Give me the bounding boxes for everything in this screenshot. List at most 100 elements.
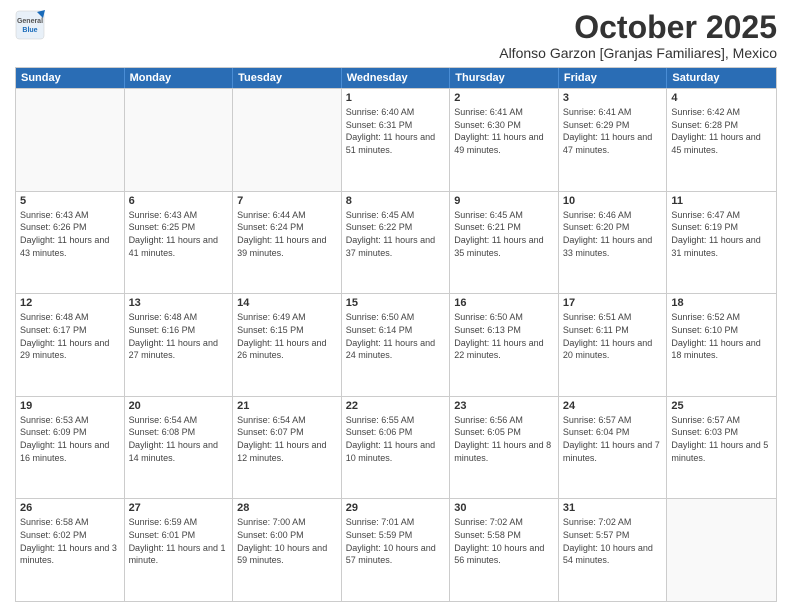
day-number: 12 [20, 297, 120, 309]
day-number: 18 [671, 297, 772, 309]
day-cell-w5-d2: 27 Sunrise: 6:59 AM Sunset: 6:01 PM Dayli… [125, 499, 234, 601]
day-cell-w3-d4: 15 Sunrise: 6:50 AM Sunset: 6:14 PM Dayli… [342, 294, 451, 396]
header-thursday: Thursday [450, 68, 559, 88]
subtitle: Alfonso Garzon [Granjas Familiares], Mex… [499, 45, 777, 61]
day-number: 3 [563, 92, 663, 104]
day-cell-w4-d2: 20 Sunrise: 6:54 AM Sunset: 6:08 PM Dayli… [125, 397, 234, 499]
day-info: Sunrise: 6:43 AM Sunset: 6:26 PM Dayligh… [20, 209, 120, 259]
day-number: 5 [20, 195, 120, 207]
day-cell-w4-d7: 25 Sunrise: 6:57 AM Sunset: 6:03 PM Dayli… [667, 397, 776, 499]
day-number: 1 [346, 92, 446, 104]
day-number: 29 [346, 502, 446, 514]
day-cell-w5-d3: 28 Sunrise: 7:00 AM Sunset: 6:00 PM Dayli… [233, 499, 342, 601]
day-info: Sunrise: 6:46 AM Sunset: 6:20 PM Dayligh… [563, 209, 663, 259]
day-info: Sunrise: 6:42 AM Sunset: 6:28 PM Dayligh… [671, 106, 772, 156]
svg-text:General: General [17, 18, 43, 25]
page: General Blue October 2025 Alfonso Garzon… [0, 0, 792, 612]
header-saturday: Saturday [667, 68, 776, 88]
week-row-3: 12 Sunrise: 6:48 AM Sunset: 6:17 PM Dayli… [16, 293, 776, 396]
day-number: 17 [563, 297, 663, 309]
day-info: Sunrise: 6:54 AM Sunset: 6:08 PM Dayligh… [129, 414, 229, 464]
day-cell-w2-d2: 6 Sunrise: 6:43 AM Sunset: 6:25 PM Daylig… [125, 192, 234, 294]
day-info: Sunrise: 6:40 AM Sunset: 6:31 PM Dayligh… [346, 106, 446, 156]
day-info: Sunrise: 6:54 AM Sunset: 6:07 PM Dayligh… [237, 414, 337, 464]
day-info: Sunrise: 6:45 AM Sunset: 6:22 PM Dayligh… [346, 209, 446, 259]
day-info: Sunrise: 7:00 AM Sunset: 6:00 PM Dayligh… [237, 516, 337, 566]
day-number: 25 [671, 400, 772, 412]
day-info: Sunrise: 6:44 AM Sunset: 6:24 PM Dayligh… [237, 209, 337, 259]
day-number: 13 [129, 297, 229, 309]
day-cell-w2-d4: 8 Sunrise: 6:45 AM Sunset: 6:22 PM Daylig… [342, 192, 451, 294]
day-cell-w1-d5: 2Sunrise: 6:41 AM Sunset: 6:30 PM Daylig… [450, 89, 559, 191]
day-number: 15 [346, 297, 446, 309]
day-info: Sunrise: 6:48 AM Sunset: 6:16 PM Dayligh… [129, 311, 229, 361]
day-info: Sunrise: 6:53 AM Sunset: 6:09 PM Dayligh… [20, 414, 120, 464]
day-cell-w4-d6: 24 Sunrise: 6:57 AM Sunset: 6:04 PM Dayli… [559, 397, 668, 499]
day-info: Sunrise: 6:50 AM Sunset: 6:14 PM Dayligh… [346, 311, 446, 361]
day-info: Sunrise: 7:02 AM Sunset: 5:58 PM Dayligh… [454, 516, 554, 566]
day-number: 14 [237, 297, 337, 309]
calendar-header: Sunday Monday Tuesday Wednesday Thursday… [16, 68, 776, 88]
day-info: Sunrise: 6:55 AM Sunset: 6:06 PM Dayligh… [346, 414, 446, 464]
day-info: Sunrise: 6:47 AM Sunset: 6:19 PM Dayligh… [671, 209, 772, 259]
day-cell-w2-d6: 10 Sunrise: 6:46 AM Sunset: 6:20 PM Dayli… [559, 192, 668, 294]
day-cell-w4-d1: 19 Sunrise: 6:53 AM Sunset: 6:09 PM Dayli… [16, 397, 125, 499]
day-cell-w1-d1 [16, 89, 125, 191]
day-cell-w3-d7: 18 Sunrise: 6:52 AM Sunset: 6:10 PM Dayli… [667, 294, 776, 396]
day-info: Sunrise: 6:45 AM Sunset: 6:21 PM Dayligh… [454, 209, 554, 259]
day-cell-w5-d7 [667, 499, 776, 601]
header-monday: Monday [125, 68, 234, 88]
day-number: 4 [671, 92, 772, 104]
header-sunday: Sunday [16, 68, 125, 88]
day-info: Sunrise: 6:57 AM Sunset: 6:04 PM Dayligh… [563, 414, 663, 464]
day-info: Sunrise: 6:43 AM Sunset: 6:25 PM Dayligh… [129, 209, 229, 259]
day-number: 8 [346, 195, 446, 207]
day-number: 22 [346, 400, 446, 412]
day-info: Sunrise: 6:51 AM Sunset: 6:11 PM Dayligh… [563, 311, 663, 361]
title-section: October 2025 Alfonso Garzon [Granjas Fam… [499, 10, 777, 61]
day-cell-w4-d5: 23Sunrise: 6:56 AM Sunset: 6:05 PM Dayli… [450, 397, 559, 499]
month-title: October 2025 [499, 10, 777, 45]
day-info: Sunrise: 6:41 AM Sunset: 6:29 PM Dayligh… [563, 106, 663, 156]
day-number: 28 [237, 502, 337, 514]
day-cell-w3-d5: 16Sunrise: 6:50 AM Sunset: 6:13 PM Dayli… [450, 294, 559, 396]
day-cell-w2-d5: 9 Sunrise: 6:45 AM Sunset: 6:21 PM Daylig… [450, 192, 559, 294]
calendar: Sunday Monday Tuesday Wednesday Thursday… [15, 67, 777, 602]
day-number: 21 [237, 400, 337, 412]
day-number: 16 [454, 297, 554, 309]
day-cell-w3-d1: 12 Sunrise: 6:48 AM Sunset: 6:17 PM Dayli… [16, 294, 125, 396]
day-number: 9 [454, 195, 554, 207]
day-cell-w1-d2 [125, 89, 234, 191]
day-cell-w2-d1: 5 Sunrise: 6:43 AM Sunset: 6:26 PM Daylig… [16, 192, 125, 294]
day-number: 20 [129, 400, 229, 412]
day-number: 24 [563, 400, 663, 412]
day-number: 27 [129, 502, 229, 514]
day-number: 6 [129, 195, 229, 207]
day-info: Sunrise: 6:49 AM Sunset: 6:15 PM Dayligh… [237, 311, 337, 361]
day-info: Sunrise: 6:48 AM Sunset: 6:17 PM Dayligh… [20, 311, 120, 361]
logo-svg: General Blue [15, 10, 45, 40]
svg-text:Blue: Blue [22, 27, 37, 34]
day-info: Sunrise: 7:02 AM Sunset: 5:57 PM Dayligh… [563, 516, 663, 566]
day-cell-w5-d1: 26Sunrise: 6:58 AM Sunset: 6:02 PM Dayli… [16, 499, 125, 601]
day-cell-w5-d6: 31Sunrise: 7:02 AM Sunset: 5:57 PM Dayli… [559, 499, 668, 601]
day-info: Sunrise: 6:56 AM Sunset: 6:05 PM Dayligh… [454, 414, 554, 464]
week-row-2: 5 Sunrise: 6:43 AM Sunset: 6:26 PM Daylig… [16, 191, 776, 294]
header: General Blue October 2025 Alfonso Garzon… [15, 10, 777, 61]
day-info: Sunrise: 6:59 AM Sunset: 6:01 PM Dayligh… [129, 516, 229, 566]
week-row-5: 26Sunrise: 6:58 AM Sunset: 6:02 PM Dayli… [16, 498, 776, 601]
day-cell-w1-d6: 3 Sunrise: 6:41 AM Sunset: 6:29 PM Daylig… [559, 89, 668, 191]
day-cell-w1-d3 [233, 89, 342, 191]
day-cell-w5-d4: 29 Sunrise: 7:01 AM Sunset: 5:59 PM Dayli… [342, 499, 451, 601]
day-number: 10 [563, 195, 663, 207]
day-info: Sunrise: 6:58 AM Sunset: 6:02 PM Dayligh… [20, 516, 120, 566]
day-info: Sunrise: 7:01 AM Sunset: 5:59 PM Dayligh… [346, 516, 446, 566]
day-cell-w2-d3: 7Sunrise: 6:44 AM Sunset: 6:24 PM Daylig… [233, 192, 342, 294]
day-cell-w1-d7: 4 Sunrise: 6:42 AM Sunset: 6:28 PM Daylig… [667, 89, 776, 191]
header-friday: Friday [559, 68, 668, 88]
header-tuesday: Tuesday [233, 68, 342, 88]
calendar-body: 1 Sunrise: 6:40 AM Sunset: 6:31 PM Daylig… [16, 88, 776, 601]
day-info: Sunrise: 6:57 AM Sunset: 6:03 PM Dayligh… [671, 414, 772, 464]
day-info: Sunrise: 6:52 AM Sunset: 6:10 PM Dayligh… [671, 311, 772, 361]
day-number: 19 [20, 400, 120, 412]
